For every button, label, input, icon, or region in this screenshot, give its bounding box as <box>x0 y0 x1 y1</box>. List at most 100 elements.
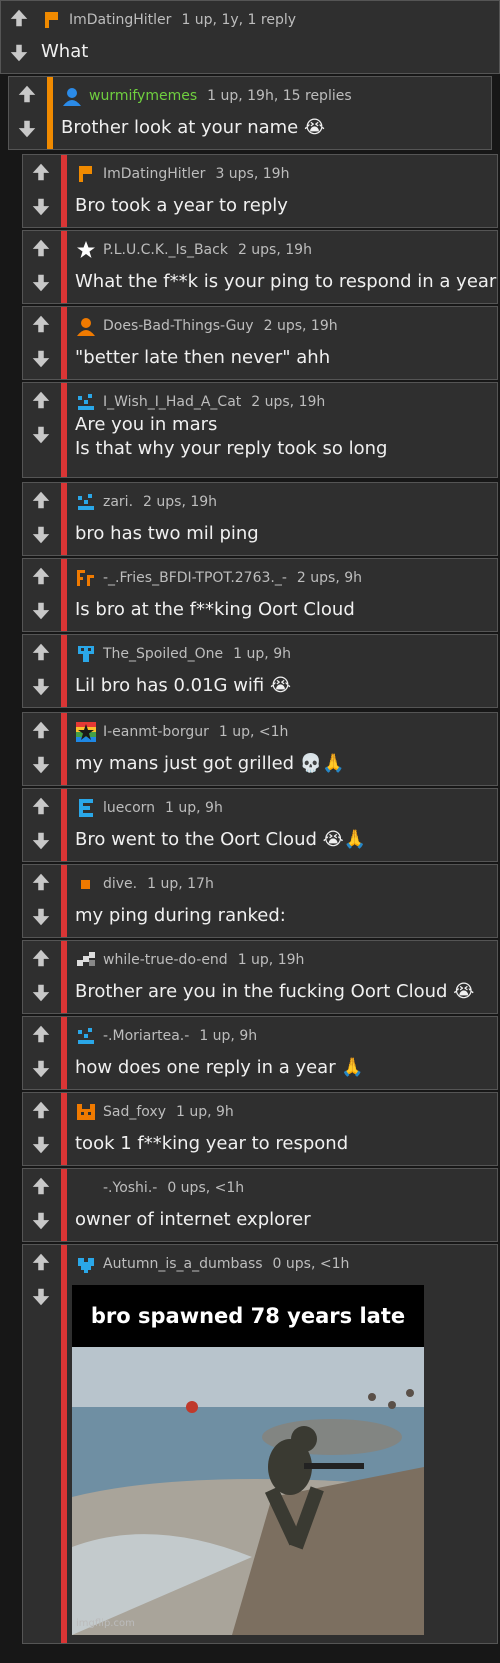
arrow-up-icon <box>30 795 52 821</box>
arrow-up-icon <box>16 83 38 109</box>
upvote-button[interactable] <box>26 563 56 593</box>
upvote-button[interactable] <box>12 81 42 111</box>
comment-body: -_.Fries_BFDI-TPOT.2763._- 2 ups, 9h Is br… <box>75 559 491 631</box>
thread-indent-bar <box>61 559 67 631</box>
downvote-button[interactable] <box>4 40 34 70</box>
arrow-up-icon <box>30 641 52 667</box>
comment-text: bro has two mil ping <box>75 523 259 544</box>
upvote-button[interactable] <box>26 869 56 899</box>
orange-user-icon[interactable] <box>75 315 97 337</box>
username-link[interactable]: ImDatingHitler <box>69 12 171 28</box>
arrow-up-icon <box>8 7 30 33</box>
arrow-down-icon <box>30 524 52 550</box>
emoji: 😭 <box>304 117 326 138</box>
upvote-button[interactable] <box>26 159 56 189</box>
vote-controls <box>23 155 59 227</box>
comment-header: I-eanmt-borgur 1 up, <1h <box>75 721 288 743</box>
username-link[interactable]: Does-Bad-Things-Guy <box>103 318 254 334</box>
upvote-button[interactable] <box>26 1249 56 1279</box>
arrow-down-icon <box>30 348 52 374</box>
vote-controls <box>23 713 59 785</box>
username-link[interactable]: luecorn <box>103 800 155 816</box>
upvote-button[interactable] <box>26 1097 56 1127</box>
username-link[interactable]: wurmifymemes <box>89 88 197 104</box>
username-link[interactable]: -.Moriartea.- <box>103 1028 189 1044</box>
downvote-button[interactable] <box>26 980 56 1010</box>
thread-indent-bar <box>47 77 53 149</box>
username-link[interactable]: -_.Fries_BFDI-TPOT.2763._- <box>103 570 287 586</box>
star-icon[interactable] <box>75 239 97 261</box>
upvote-button[interactable] <box>26 387 56 417</box>
upvote-button[interactable] <box>26 793 56 823</box>
username-link[interactable]: ImDatingHitler <box>103 166 205 182</box>
upvote-button[interactable] <box>4 5 34 35</box>
blue-user-icon[interactable] <box>61 85 83 107</box>
vote-controls <box>23 383 59 477</box>
username-link[interactable]: I_Wish_I_Had_A_Cat <box>103 394 241 410</box>
comment: luecorn 1 up, 9h Bro went to the Oort Clou… <box>22 788 498 862</box>
vote-controls <box>23 789 59 861</box>
username-link[interactable]: Autumn_is_a_dumbass <box>103 1256 263 1272</box>
pixel-fox-icon[interactable] <box>75 1101 97 1123</box>
upvote-button[interactable] <box>26 1173 56 1203</box>
orange-square-icon[interactable] <box>75 873 97 895</box>
upvote-button[interactable] <box>26 945 56 975</box>
comment: Does-Bad-Things-Guy 2 ups, 19h "better lat… <box>22 306 498 380</box>
comment-text: owner of internet explorer <box>75 1209 311 1230</box>
downvote-button[interactable] <box>26 752 56 782</box>
username-link[interactable]: The_Spoiled_One <box>103 646 223 662</box>
username-link[interactable]: Sad_foxy <box>103 1104 166 1120</box>
arrow-down-icon <box>8 42 30 68</box>
arrow-up-icon <box>30 1251 52 1277</box>
pixel-creature-icon[interactable] <box>75 643 97 665</box>
pixel-blocks-icon[interactable] <box>75 949 97 971</box>
arrow-up-icon <box>30 1175 52 1201</box>
downvote-button[interactable] <box>26 522 56 552</box>
fr-logo-icon[interactable] <box>75 567 97 589</box>
arrow-down-icon <box>30 676 52 702</box>
meme-image[interactable]: bro spawned 78 years late imgflip.com <box>72 1285 424 1635</box>
pixel-e-icon[interactable] <box>75 797 97 819</box>
downvote-button[interactable] <box>12 116 42 146</box>
downvote-button[interactable] <box>26 270 56 300</box>
username-link[interactable]: P.L.U.C.K._Is_Back <box>103 242 228 258</box>
downvote-button[interactable] <box>26 1208 56 1238</box>
comment: zari. 2 ups, 19h bro has two mil ping <box>22 482 498 556</box>
downvote-button[interactable] <box>26 674 56 704</box>
downvote-button[interactable] <box>26 904 56 934</box>
orange-flag-icon[interactable] <box>75 163 97 185</box>
upvote-button[interactable] <box>26 639 56 669</box>
comment-header: ImDatingHitler 1 up, 1y, 1 reply <box>41 9 296 31</box>
downvote-button[interactable] <box>26 598 56 628</box>
upvote-button[interactable] <box>26 311 56 341</box>
orange-flag-icon[interactable] <box>41 9 63 31</box>
pixel-heart-icon[interactable] <box>75 1253 97 1275</box>
comment-text: took 1 f**king year to respond <box>75 1133 349 1154</box>
username-link[interactable]: I-eanmt-borgur <box>103 724 209 740</box>
downvote-button[interactable] <box>26 828 56 858</box>
upvote-button[interactable] <box>26 487 56 517</box>
username-link[interactable]: zari. <box>103 494 133 510</box>
vote-controls <box>23 635 59 707</box>
comment-body: zari. 2 ups, 19h bro has two mil ping <box>75 483 491 555</box>
upvote-button[interactable] <box>26 235 56 265</box>
username-link[interactable]: while-true-do-end <box>103 952 228 968</box>
pixel-face-icon[interactable] <box>75 1025 97 1047</box>
downvote-button[interactable] <box>26 1284 56 1314</box>
comment-body: -.Moriartea.- 1 up, 9h how does one reply … <box>75 1017 491 1089</box>
downvote-button[interactable] <box>26 1132 56 1162</box>
upvote-button[interactable] <box>26 717 56 747</box>
arrow-down-icon <box>30 754 52 780</box>
username-link[interactable]: dive. <box>103 876 137 892</box>
username-link[interactable]: -.Yoshi.- <box>103 1180 157 1196</box>
comment-text: "better late then never" ahh <box>75 347 331 368</box>
upvote-button[interactable] <box>26 1021 56 1051</box>
downvote-button[interactable] <box>26 1056 56 1086</box>
downvote-button[interactable] <box>26 422 56 452</box>
pixel-face-icon[interactable] <box>75 391 97 413</box>
downvote-button[interactable] <box>26 194 56 224</box>
downvote-button[interactable] <box>26 346 56 376</box>
emoji: 🙏 <box>341 1057 364 1078</box>
rainbow-star-icon[interactable] <box>75 721 97 743</box>
pixel-face-icon[interactable] <box>75 491 97 513</box>
